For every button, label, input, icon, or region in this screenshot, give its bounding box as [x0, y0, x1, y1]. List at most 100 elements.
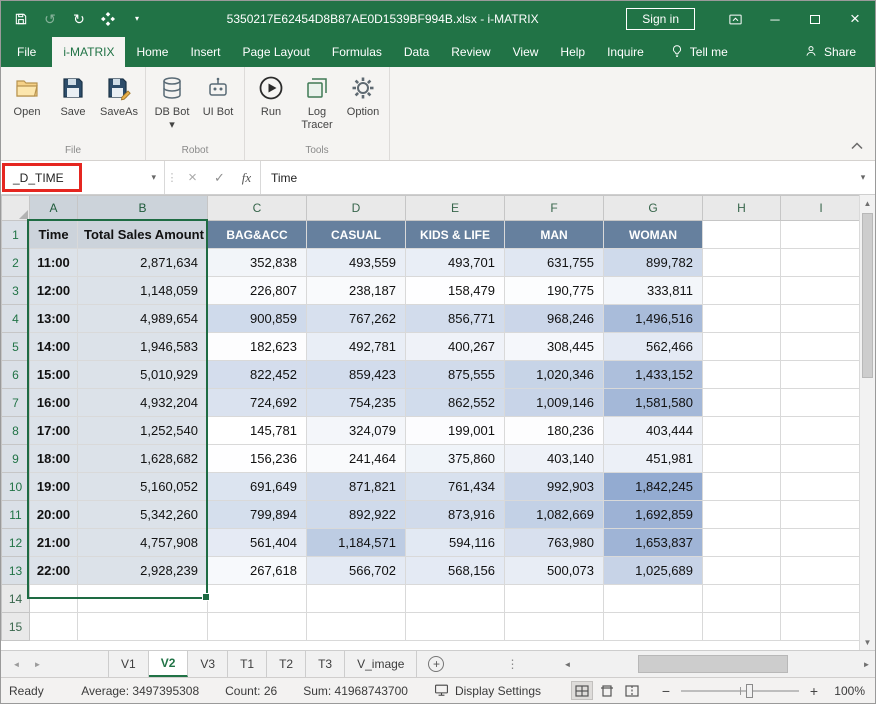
- cell-G13[interactable]: 1,025,689: [604, 557, 703, 585]
- cell-G1[interactable]: WOMAN: [604, 221, 703, 249]
- cell-H14[interactable]: [703, 585, 781, 613]
- status-count[interactable]: Count: 26: [225, 684, 277, 698]
- cell-F4[interactable]: 968,246: [505, 305, 604, 333]
- sheet-tab-t1[interactable]: T1: [228, 651, 267, 677]
- cell-E5[interactable]: 400,267: [406, 333, 505, 361]
- sign-in-button[interactable]: Sign in: [626, 8, 695, 30]
- ribbon-button-saveas[interactable]: SaveAs: [96, 69, 142, 119]
- row-header-11[interactable]: 11: [2, 501, 30, 529]
- name-box[interactable]: _D_TIME ▾: [1, 161, 165, 194]
- cell-H8[interactable]: [703, 417, 781, 445]
- cell-E14[interactable]: [406, 585, 505, 613]
- vertical-scrollbar-thumb[interactable]: [862, 213, 873, 378]
- page-layout-view-button[interactable]: [596, 681, 618, 700]
- cell-F1[interactable]: MAN: [505, 221, 604, 249]
- cell-E15[interactable]: [406, 613, 505, 641]
- cell-F15[interactable]: [505, 613, 604, 641]
- cell-A10[interactable]: 19:00: [30, 473, 78, 501]
- cell-E3[interactable]: 158,479: [406, 277, 505, 305]
- cell-G12[interactable]: 1,653,837: [604, 529, 703, 557]
- cell-C3[interactable]: 226,807: [208, 277, 307, 305]
- cell-F10[interactable]: 992,903: [505, 473, 604, 501]
- status-average[interactable]: Average: 3497395308: [81, 684, 199, 698]
- cell-F8[interactable]: 180,236: [505, 417, 604, 445]
- zoom-in-button[interactable]: +: [807, 683, 821, 699]
- sheet-tab-v3[interactable]: V3: [188, 651, 228, 677]
- cell-E12[interactable]: 594,116: [406, 529, 505, 557]
- cell-I11[interactable]: [781, 501, 862, 529]
- scroll-down-icon[interactable]: ▼: [860, 634, 875, 650]
- cell-H5[interactable]: [703, 333, 781, 361]
- zoom-out-button[interactable]: −: [659, 683, 673, 699]
- cell-A9[interactable]: 18:00: [30, 445, 78, 473]
- share-button[interactable]: Share: [793, 37, 867, 67]
- cell-G14[interactable]: [604, 585, 703, 613]
- insert-function-icon[interactable]: fx: [233, 161, 260, 194]
- cell-E2[interactable]: 493,701: [406, 249, 505, 277]
- cell-B2[interactable]: 2,871,634: [78, 249, 208, 277]
- cell-F3[interactable]: 190,775: [505, 277, 604, 305]
- row-header-4[interactable]: 4: [2, 305, 30, 333]
- ribbon-tab-file[interactable]: File: [1, 37, 52, 67]
- cell-H15[interactable]: [703, 613, 781, 641]
- horizontal-scrollbar[interactable]: ◄ ►: [559, 651, 875, 677]
- sheet-tab-v2[interactable]: V2: [149, 651, 189, 677]
- cell-D10[interactable]: 871,821: [307, 473, 406, 501]
- ribbon-button-run[interactable]: Run: [248, 69, 294, 119]
- cell-C11[interactable]: 799,894: [208, 501, 307, 529]
- cell-G8[interactable]: 403,444: [604, 417, 703, 445]
- cell-A7[interactable]: 16:00: [30, 389, 78, 417]
- ribbon-tab-help[interactable]: Help: [549, 37, 596, 67]
- cell-A4[interactable]: 13:00: [30, 305, 78, 333]
- sheet-tab-v1[interactable]: V1: [109, 651, 149, 677]
- sheet-nav-right-icon[interactable]: ►: [27, 651, 48, 677]
- cell-A5[interactable]: 14:00: [30, 333, 78, 361]
- cell-G3[interactable]: 333,811: [604, 277, 703, 305]
- page-break-view-button[interactable]: [621, 681, 643, 700]
- cell-G7[interactable]: 1,581,580: [604, 389, 703, 417]
- row-header-15[interactable]: 15: [2, 613, 30, 641]
- enter-icon[interactable]: ✓: [206, 161, 233, 194]
- row-header-9[interactable]: 9: [2, 445, 30, 473]
- ribbon-button-option[interactable]: Option: [340, 69, 386, 119]
- cell-D13[interactable]: 566,702: [307, 557, 406, 585]
- ribbon-display-options-icon[interactable]: [715, 1, 755, 37]
- column-header-G[interactable]: G: [604, 196, 703, 221]
- cell-C2[interactable]: 352,838: [208, 249, 307, 277]
- cell-G9[interactable]: 451,981: [604, 445, 703, 473]
- cell-H1[interactable]: [703, 221, 781, 249]
- horizontal-scrollbar-thumb[interactable]: [638, 655, 788, 673]
- cell-F6[interactable]: 1,020,346: [505, 361, 604, 389]
- cell-H6[interactable]: [703, 361, 781, 389]
- ribbon-tab-page-layout[interactable]: Page Layout: [231, 37, 320, 67]
- column-header-B[interactable]: B: [78, 196, 208, 221]
- row-header-2[interactable]: 2: [2, 249, 30, 277]
- vertical-scroll-track[interactable]: [860, 211, 875, 634]
- cell-F9[interactable]: 403,140: [505, 445, 604, 473]
- undo-icon[interactable]: ↺: [42, 11, 58, 27]
- collapse-ribbon-button[interactable]: [851, 137, 863, 155]
- cancel-icon[interactable]: ×: [179, 161, 206, 194]
- cell-F7[interactable]: 1,009,146: [505, 389, 604, 417]
- ribbon-tab-home[interactable]: Home: [125, 37, 179, 67]
- cell-F12[interactable]: 763,980: [505, 529, 604, 557]
- cell-G6[interactable]: 1,433,152: [604, 361, 703, 389]
- scroll-left-icon[interactable]: ◄: [559, 651, 576, 677]
- select-all-button[interactable]: [2, 196, 30, 221]
- cell-A2[interactable]: 11:00: [30, 249, 78, 277]
- normal-view-button[interactable]: [571, 681, 593, 700]
- cell-C9[interactable]: 156,236: [208, 445, 307, 473]
- cell-B3[interactable]: 1,148,059: [78, 277, 208, 305]
- cell-B13[interactable]: 2,928,239: [78, 557, 208, 585]
- cell-B4[interactable]: 4,989,654: [78, 305, 208, 333]
- cell-H12[interactable]: [703, 529, 781, 557]
- cell-A14[interactable]: [30, 585, 78, 613]
- customize-quick-access-icon[interactable]: ▾: [129, 11, 145, 27]
- cell-B1[interactable]: Total Sales Amount: [78, 221, 208, 249]
- cell-D7[interactable]: 754,235: [307, 389, 406, 417]
- cell-D12[interactable]: 1,184,571: [307, 529, 406, 557]
- cell-D11[interactable]: 892,922: [307, 501, 406, 529]
- zoom-slider-handle[interactable]: [746, 684, 753, 698]
- cell-B9[interactable]: 1,628,682: [78, 445, 208, 473]
- row-header-3[interactable]: 3: [2, 277, 30, 305]
